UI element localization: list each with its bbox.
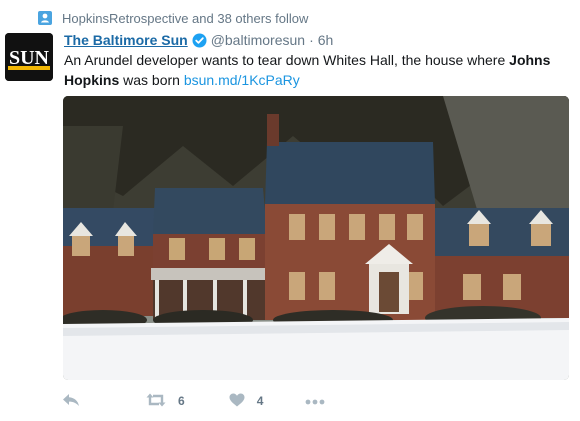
social-context-text[interactable]: HopkinsRetrospective and 38 others follo… [62,11,308,26]
avatar[interactable]: SUN [5,33,53,81]
tweet-text-after: was born [119,72,184,88]
account-fullname[interactable]: The Baltimore Sun [64,32,188,48]
tweet-actions: 6 4 [62,390,325,412]
retweet-count: 6 [178,394,185,408]
more-button[interactable] [305,394,325,408]
verified-badge-icon [192,33,207,48]
tweet-card[interactable]: HopkinsRetrospective and 38 others follo… [0,0,580,421]
tweet-photo[interactable] [63,96,569,380]
tweet-header: The Baltimore Sun @baltimoresun · 6h [64,31,333,49]
more-icon [305,394,325,408]
follow-icon [38,11,52,25]
reply-icon [62,393,80,410]
avatar-logo-text: SUN [9,47,50,69]
like-count: 4 [256,394,264,408]
tweet-link[interactable]: bsun.md/1KcPaRy [184,72,300,88]
tweet-text-before: An Arundel developer wants to tear down … [64,52,510,68]
tweet-timestamp[interactable]: 6h [318,32,334,48]
account-handle[interactable]: @baltimoresun [211,32,305,48]
reply-button[interactable] [62,393,84,410]
retweet-button[interactable]: 6 [146,393,185,410]
retweet-icon [146,393,166,410]
tweet-text: An Arundel developer wants to tear down … [64,50,569,90]
heart-icon [229,393,245,410]
header-separator: · [309,32,314,48]
social-context: HopkinsRetrospective and 38 others follo… [38,9,308,27]
like-button[interactable]: 4 [229,393,264,410]
